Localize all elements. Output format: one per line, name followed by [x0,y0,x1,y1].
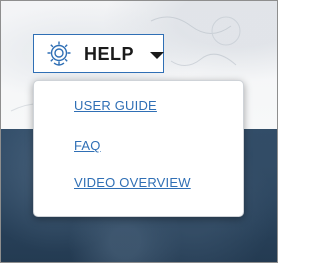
help-button[interactable]: HELP [33,34,164,73]
screenshot-frame: HELP USER GUIDE FAQ VIDEO OVERVIEW [0,0,278,263]
menu-item-user-guide[interactable]: USER GUIDE [74,98,157,113]
help-button-label: HELP [84,44,135,64]
gear-head-icon [47,41,71,66]
caret-down-icon [150,52,164,59]
menu-item-video-overview[interactable]: VIDEO OVERVIEW [74,175,191,190]
menu-item-faq[interactable]: FAQ [74,138,101,153]
help-dropdown-menu: USER GUIDE FAQ VIDEO OVERVIEW [33,80,244,217]
